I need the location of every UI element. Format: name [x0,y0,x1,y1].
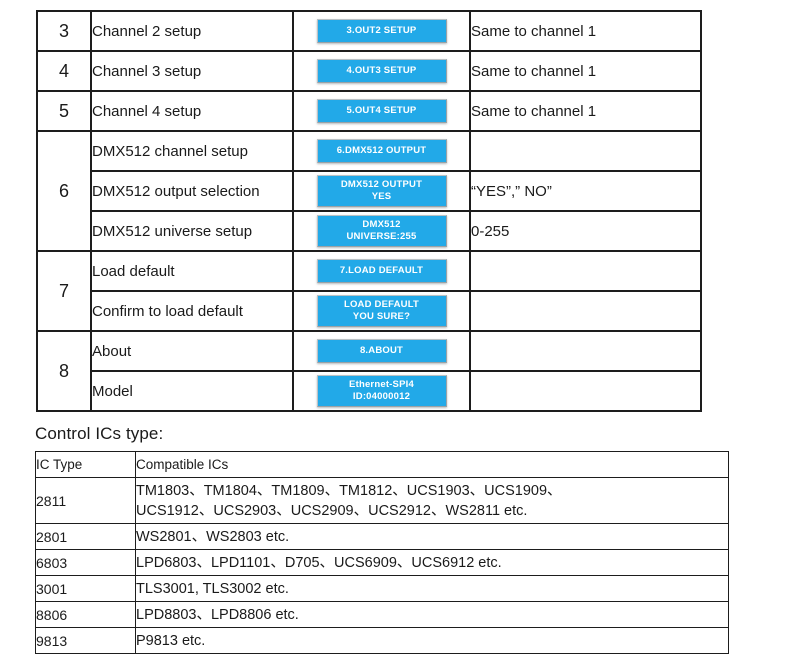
control-ics-table: IC Type Compatible ICs 2811 TM1803、TM180… [35,451,729,654]
menu-button-cell: 5.OUT4 SETUP [292,90,471,132]
ics-table: IC Type Compatible ICs 2811 TM1803、TM180… [35,451,729,654]
ic-type-cell: 8806 [35,601,136,628]
table-row: 5 Channel 4 setup 5.OUT4 SETUP Same to c… [36,90,702,132]
menu-button-cell: 4.OUT3 SETUP [292,50,471,92]
menu-label-cell: Load default [90,250,294,292]
menu-note-cell: Same to channel 1 [469,90,702,132]
menu-label-cell: DMX512 universe setup [90,210,294,252]
control-ics-type-heading: Control ICs type: [35,424,164,443]
menu-note-cell [469,130,702,172]
menu-note-cell [469,330,702,372]
table-row: 2811 TM1803、TM1804、TM1809、TM1812、UCS1903… [35,477,729,524]
menu-label-cell: Channel 3 setup [90,50,294,92]
table-row: 3001 TLS3001, TLS3002 etc. [35,575,729,602]
lcd-display-button[interactable]: 4.OUT3 SETUP [316,59,447,83]
menu-button-cell: 8.ABOUT [292,330,471,372]
lcd-display-button[interactable]: 6.DMX512 OUTPUT [316,139,447,163]
menu-note-cell [469,370,702,412]
menu-number-cell: 3 [36,10,92,52]
menu-button-cell: 3.OUT2 SETUP [292,10,471,52]
lcd-display-button[interactable]: Ethernet-SPI4 ID:04000012 [316,375,447,407]
menu-table-body: 3 Channel 2 setup 3.OUT2 SETUP Same to c… [36,10,702,412]
ic-type-cell: 6803 [35,549,136,576]
lcd-display-button[interactable]: 7.LOAD DEFAULT [316,259,447,283]
menu-note-cell: 0-255 [469,210,702,252]
ic-type-cell: 2811 [35,477,136,524]
ic-type-cell: 3001 [35,575,136,602]
menu-number-cell: 7 [36,250,92,332]
menu-label-cell: DMX512 output selection [90,170,294,212]
table-row: 6803 LPD6803、LPD1101、D705、UCS6909、UCS691… [35,549,729,576]
table-row: 4 Channel 3 setup 4.OUT3 SETUP Same to c… [36,50,702,92]
menu-settings-table: 3 Channel 2 setup 3.OUT2 SETUP Same to c… [36,10,702,412]
table-header-row: IC Type Compatible ICs [35,451,729,478]
menu-note-cell: Same to channel 1 [469,10,702,52]
menu-note-cell [469,250,702,292]
menu-number-cell: 5 [36,90,92,132]
menu-number-cell: 4 [36,50,92,92]
menu-button-cell: 7.LOAD DEFAULT [292,250,471,292]
menu-button-cell: DMX512 UNIVERSE:255 [292,210,471,252]
table-row: 2801 WS2801、WS2803 etc. [35,523,729,550]
lcd-display-button[interactable]: LOAD DEFAULT YOU SURE? [316,295,447,327]
table-row: DMX512 output selection DMX512 OUTPUT YE… [37,170,702,212]
table-row: 7 Load default 7.LOAD DEFAULT [36,250,702,332]
menu-note-cell [469,290,702,332]
compatible-ics-cell: LPD8803、LPD8806 etc. [135,601,729,628]
menu-button-cell: LOAD DEFAULT YOU SURE? [292,290,471,332]
menu-label-cell: About [90,330,294,372]
lcd-display-button[interactable]: DMX512 OUTPUT YES [316,175,447,207]
menu-label-cell: Channel 4 setup [90,90,294,132]
menu-button-cell: Ethernet-SPI4 ID:04000012 [292,370,471,412]
menu-label-cell: DMX512 channel setup [90,130,294,172]
lcd-display-button[interactable]: 5.OUT4 SETUP [316,99,447,123]
lcd-display-button[interactable]: 3.OUT2 SETUP [316,19,447,43]
menu-button-cell: DMX512 OUTPUT YES [292,170,471,212]
table-row: 6 DMX512 channel setup 6.DMX512 OUTPUT [36,130,702,252]
compatible-ics-cell: WS2801、WS2803 etc. [135,523,729,550]
table-row: Confirm to load default LOAD DEFAULT YOU… [37,290,702,332]
table-row: 8806 LPD8803、LPD8806 etc. [35,601,729,628]
ic-type-header: IC Type [35,451,136,478]
table-row: 8 About 8.ABOUT [36,330,702,412]
compatible-ics-cell: TLS3001, TLS3002 etc. [135,575,729,602]
compatible-ics-cell: TM1803、TM1804、TM1809、TM1812、UCS1903、UCS1… [135,477,729,524]
menu-label-cell: Model [90,370,294,412]
menu-number-cell: 6 [36,130,92,252]
table-row: DMX512 universe setup DMX512 UNIVERSE:25… [37,210,702,252]
table-row: 3 Channel 2 setup 3.OUT2 SETUP Same to c… [36,10,702,52]
menu-label-cell: Confirm to load default [90,290,294,332]
lcd-display-button[interactable]: DMX512 UNIVERSE:255 [316,215,447,247]
ic-type-cell: 2801 [35,523,136,550]
menu-note-cell: Same to channel 1 [469,50,702,92]
compatible-ics-header: Compatible ICs [135,451,729,478]
menu-table: 3 Channel 2 setup 3.OUT2 SETUP Same to c… [36,10,702,412]
menu-note-cell: “YES”,” NO” [469,170,702,212]
lcd-display-button[interactable]: 8.ABOUT [316,339,447,363]
compatible-ics-cell: LPD6803、LPD1101、D705、UCS6909、UCS6912 etc… [135,549,729,576]
table-row: Model Ethernet-SPI4 ID:04000012 [37,370,702,412]
menu-number-cell: 8 [36,330,92,412]
menu-button-cell: 6.DMX512 OUTPUT [292,130,471,172]
ics-table-body: IC Type Compatible ICs 2811 TM1803、TM180… [35,451,729,654]
menu-label-cell: Channel 2 setup [90,10,294,52]
